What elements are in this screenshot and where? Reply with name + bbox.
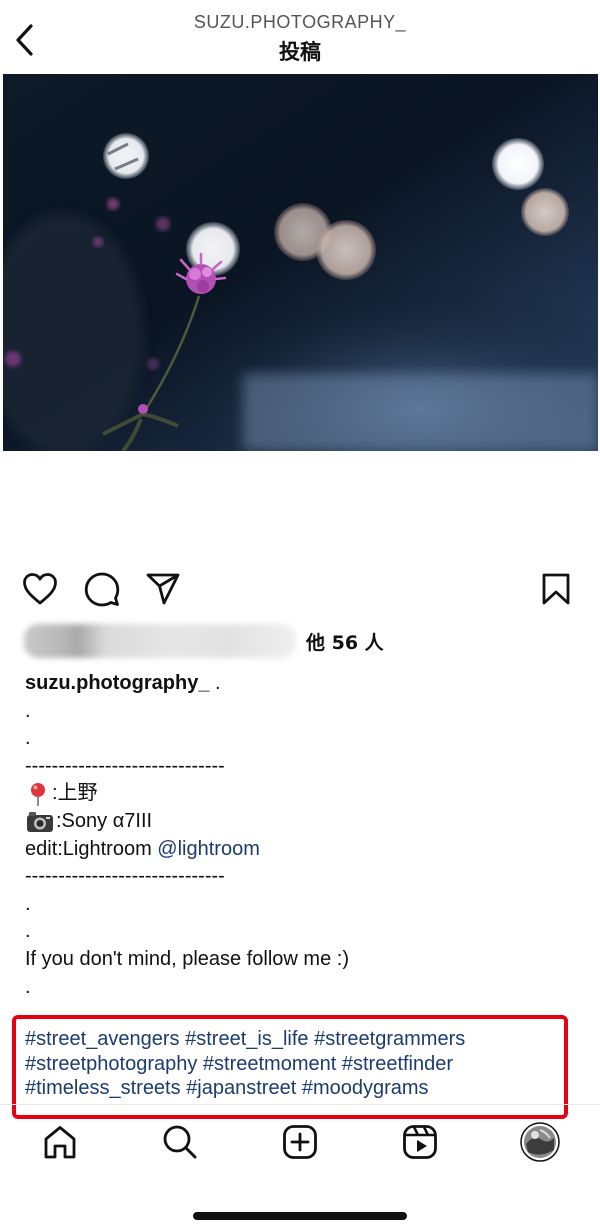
- post-photo[interactable]: [3, 74, 598, 451]
- heart-icon: [23, 573, 57, 605]
- tab-home[interactable]: [38, 1118, 82, 1166]
- tab-search[interactable]: [158, 1118, 202, 1166]
- tab-reels[interactable]: [398, 1118, 442, 1166]
- like-button[interactable]: [18, 566, 62, 612]
- caption-separator: ------------------------------: [25, 865, 225, 888]
- tab-profile[interactable]: [518, 1118, 562, 1166]
- bottom-tab-bar: [0, 1118, 600, 1168]
- caption-dot: .: [25, 699, 31, 722]
- caption-dot: .: [25, 920, 31, 943]
- post-action-bar: [0, 566, 600, 614]
- location-text: :上野: [52, 782, 98, 805]
- caption-header: suzu.photography_ .: [25, 670, 575, 698]
- hashtag-link[interactable]: #streetgrammers: [314, 1028, 465, 1050]
- lightroom-mention-link[interactable]: @lightroom: [157, 838, 260, 860]
- hashtag-link[interactable]: #streetmoment: [203, 1053, 336, 1075]
- hashtag-link[interactable]: #street_avengers: [25, 1028, 180, 1050]
- create-post-icon: [283, 1125, 317, 1159]
- share-button[interactable]: [141, 566, 185, 612]
- caption-camera-line: :Sony α7III: [25, 808, 575, 836]
- caption-separator: ------------------------------: [25, 754, 225, 777]
- caption-dot: .: [25, 727, 31, 750]
- header-username[interactable]: SUZU.PHOTOGRAPHY_: [0, 12, 600, 33]
- hashtag-link[interactable]: #moodygrams: [302, 1077, 429, 1099]
- hashtag-link[interactable]: #street_is_life: [185, 1028, 308, 1050]
- caption-edit-line: edit:Lightroom @lightroom: [25, 836, 575, 864]
- round-pushpin-icon: [31, 783, 45, 807]
- page-title: 投稿: [279, 40, 321, 64]
- hashtag-link[interactable]: #timeless_streets: [25, 1077, 181, 1099]
- comment-bubble-icon: [84, 572, 120, 607]
- hashtag-row: #streetphotography #streetmoment #street…: [25, 1052, 570, 1077]
- caption-dot: .: [25, 892, 31, 915]
- hashtag-link[interactable]: #japanstreet: [186, 1077, 296, 1099]
- post-caption: suzu.photography_ . . . ----------------…: [25, 670, 575, 1001]
- tab-create[interactable]: [278, 1118, 322, 1166]
- likes-count: 他 56 人: [306, 631, 384, 654]
- hashtag-row: #timeless_streets #japanstreet #moodygra…: [25, 1076, 570, 1101]
- search-icon: [163, 1125, 197, 1159]
- home-icon: [44, 1126, 76, 1159]
- hashtag-link[interactable]: #streetfinder: [342, 1053, 453, 1075]
- camera-icon: [27, 811, 53, 832]
- caption-username-suffix: .: [209, 672, 221, 694]
- comment-button[interactable]: [80, 566, 124, 612]
- reels-icon: [403, 1125, 437, 1159]
- hashtag-link[interactable]: #streetphotography: [25, 1053, 197, 1075]
- top-navigation-bar: SUZU.PHOTOGRAPHY_ 投稿: [0, 0, 600, 72]
- save-button[interactable]: [534, 566, 578, 612]
- bookmark-icon: [542, 573, 570, 605]
- hashtag-list: #street_avengers #street_is_life #street…: [25, 1027, 570, 1101]
- caption-follow-text: If you don't mind, please follow me :): [25, 947, 349, 970]
- hashtag-row: #street_avengers #street_is_life #street…: [25, 1027, 570, 1052]
- likes-summary[interactable]: 他 56 人: [24, 624, 384, 658]
- profile-avatar: [520, 1122, 560, 1162]
- caption-dot: .: [25, 975, 31, 998]
- bokeh-flower-photo: [3, 74, 598, 451]
- tab-bar-divider: [0, 1104, 600, 1105]
- paper-plane-icon: [146, 573, 180, 605]
- edit-text: edit:Lightroom: [25, 837, 158, 860]
- camera-text: :Sony α7III: [56, 809, 153, 832]
- caption-username[interactable]: suzu.photography_: [25, 672, 209, 694]
- home-indicator[interactable]: [193, 1212, 407, 1220]
- blurred-liker-names: [24, 624, 296, 658]
- caption-location-line: :上野: [25, 780, 575, 808]
